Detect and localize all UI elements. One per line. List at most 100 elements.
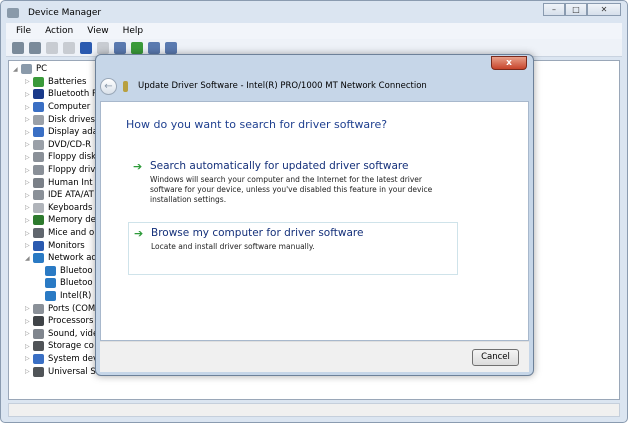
tree-item[interactable]: ▷ Storage co bbox=[13, 340, 98, 353]
tree-item[interactable]: ▷ Batteries bbox=[13, 76, 98, 89]
expand-icon[interactable]: ▷ bbox=[25, 154, 33, 161]
close-button[interactable]: ✕ bbox=[587, 3, 621, 16]
tree-item[interactable]: ▷ Sound, vide bbox=[13, 327, 98, 340]
menu-file[interactable]: File bbox=[16, 26, 31, 36]
menu-view[interactable]: View bbox=[87, 26, 108, 36]
green-arrow-icon: ➔ bbox=[134, 227, 144, 240]
device-category-icon bbox=[33, 328, 44, 339]
device-category-icon bbox=[33, 114, 44, 125]
device-category-icon bbox=[33, 240, 44, 251]
menu-bar: File Action View Help bbox=[6, 23, 622, 39]
update-driver-icon[interactable] bbox=[131, 41, 143, 54]
back-button[interactable]: ← bbox=[100, 77, 117, 95]
expand-icon[interactable]: ▷ bbox=[25, 78, 33, 85]
tree-item-label: Display ada bbox=[48, 127, 98, 138]
expand-icon[interactable]: ▷ bbox=[25, 343, 33, 350]
tree-item-label: IDE ATA/AT bbox=[48, 190, 94, 201]
expand-icon[interactable]: ▷ bbox=[25, 355, 33, 362]
tree-item-label: Disk drives bbox=[48, 114, 95, 125]
collapse-icon[interactable]: ◢ bbox=[25, 255, 33, 262]
browse-computer-option[interactable]: ➔ Browse my computer for driver software… bbox=[128, 222, 458, 275]
tree-item-label: Floppy driv bbox=[48, 165, 96, 176]
scan-icon[interactable] bbox=[114, 41, 126, 54]
status-bar bbox=[8, 403, 620, 417]
tree-item[interactable]: ▷ Universal S bbox=[13, 365, 98, 378]
tree-item[interactable]: ▷ Display ada bbox=[13, 126, 98, 139]
expand-icon[interactable]: ▷ bbox=[25, 217, 33, 224]
disable-icon[interactable] bbox=[148, 41, 160, 54]
device-manager-icon bbox=[7, 8, 19, 18]
tree-item-label: Bluetooth R bbox=[48, 89, 98, 100]
maximize-button[interactable]: □ bbox=[565, 3, 587, 16]
tree-item[interactable]: ▷ DVD/CD-R bbox=[13, 139, 98, 152]
forward-icon[interactable] bbox=[29, 41, 41, 54]
properties-icon[interactable] bbox=[46, 41, 58, 54]
expand-icon[interactable]: ▷ bbox=[25, 141, 33, 148]
tree-item[interactable]: ▷ Floppy driv bbox=[13, 164, 98, 177]
dialog-question: How do you want to search for driver sof… bbox=[126, 118, 388, 131]
tree-item[interactable]: ◢ Network ad bbox=[13, 252, 98, 265]
search-automatically-option[interactable]: ➔ Search automatically for updated drive… bbox=[128, 156, 458, 209]
device-category-icon bbox=[33, 190, 44, 201]
view-icon[interactable] bbox=[97, 41, 109, 54]
tree-item[interactable]: Intel(R) bbox=[13, 290, 98, 303]
tree-item[interactable]: ▷ Monitors bbox=[13, 239, 98, 252]
tree-item-label: Processors bbox=[48, 316, 94, 327]
expand-icon[interactable]: ▷ bbox=[25, 167, 33, 174]
tree-item[interactable]: ▷ Memory de bbox=[13, 214, 98, 227]
expand-icon[interactable]: ▷ bbox=[25, 242, 33, 249]
network-adapter-icon bbox=[123, 80, 128, 92]
tree-item[interactable]: ▷ Ports (COM bbox=[13, 302, 98, 315]
device-category-icon bbox=[33, 228, 44, 239]
tree-item-label: Storage co bbox=[48, 341, 94, 352]
tree-item[interactable]: ▷ Disk drives bbox=[13, 113, 98, 126]
device-category-icon bbox=[33, 202, 44, 213]
expand-icon[interactable]: ▷ bbox=[25, 179, 33, 186]
collapse-icon[interactable]: ◢ bbox=[13, 66, 21, 73]
device-category-icon bbox=[33, 303, 44, 314]
tree-item[interactable]: Bluetoo bbox=[13, 265, 98, 278]
tree-item[interactable]: ▷ Processors bbox=[13, 315, 98, 328]
expand-icon[interactable]: ▷ bbox=[25, 204, 33, 211]
tree-item[interactable]: ▷ System dev bbox=[13, 353, 98, 366]
expand-icon[interactable]: ▷ bbox=[25, 330, 33, 337]
tree-item-label: Memory de bbox=[48, 215, 96, 226]
device-category-icon bbox=[33, 127, 44, 138]
expand-icon[interactable]: ▷ bbox=[25, 104, 33, 111]
device-category-icon bbox=[33, 89, 44, 100]
device-category-icon bbox=[33, 139, 44, 150]
tree-item[interactable]: Bluetoo bbox=[13, 277, 98, 290]
tree-item[interactable]: ▷ Floppy disk bbox=[13, 151, 98, 164]
help-icon[interactable] bbox=[80, 41, 92, 54]
title-bar: Device Manager bbox=[7, 4, 101, 22]
tree-item[interactable]: ▷ Mice and o bbox=[13, 227, 98, 240]
minimize-button[interactable]: – bbox=[543, 3, 565, 16]
expand-icon[interactable]: ▷ bbox=[25, 305, 33, 312]
tree-item-label: Floppy disk bbox=[48, 152, 97, 163]
tree-root[interactable]: ◢ PC bbox=[13, 63, 98, 76]
expand-icon[interactable]: ▷ bbox=[25, 368, 33, 375]
expand-icon[interactable]: ▷ bbox=[25, 230, 33, 237]
expand-icon[interactable]: ▷ bbox=[25, 116, 33, 123]
tree-item-label: System dev bbox=[48, 353, 99, 364]
tree-item[interactable]: ▷ Human Int bbox=[13, 176, 98, 189]
tree-item[interactable]: ▷ Computer bbox=[13, 101, 98, 114]
dialog-close-button[interactable]: x bbox=[491, 56, 527, 70]
uninstall-icon[interactable] bbox=[165, 41, 177, 54]
console-icon[interactable] bbox=[63, 41, 75, 54]
device-category-icon bbox=[33, 177, 44, 188]
expand-icon[interactable]: ▷ bbox=[25, 129, 33, 136]
back-icon[interactable] bbox=[12, 41, 24, 54]
menu-action[interactable]: Action bbox=[45, 26, 73, 36]
device-category-icon bbox=[33, 165, 44, 176]
menu-help[interactable]: Help bbox=[123, 26, 144, 36]
tree-item[interactable]: ▷ Keyboards bbox=[13, 202, 98, 215]
cancel-button[interactable]: Cancel bbox=[472, 349, 519, 366]
expand-icon[interactable]: ▷ bbox=[25, 91, 33, 98]
device-category-icon bbox=[33, 76, 44, 87]
expand-icon[interactable]: ▷ bbox=[25, 192, 33, 199]
tree-item-label: Batteries bbox=[48, 76, 87, 87]
expand-icon[interactable]: ▷ bbox=[25, 318, 33, 325]
tree-item[interactable]: ▷ IDE ATA/AT bbox=[13, 189, 98, 202]
tree-item[interactable]: ▷ Bluetooth R bbox=[13, 88, 98, 101]
